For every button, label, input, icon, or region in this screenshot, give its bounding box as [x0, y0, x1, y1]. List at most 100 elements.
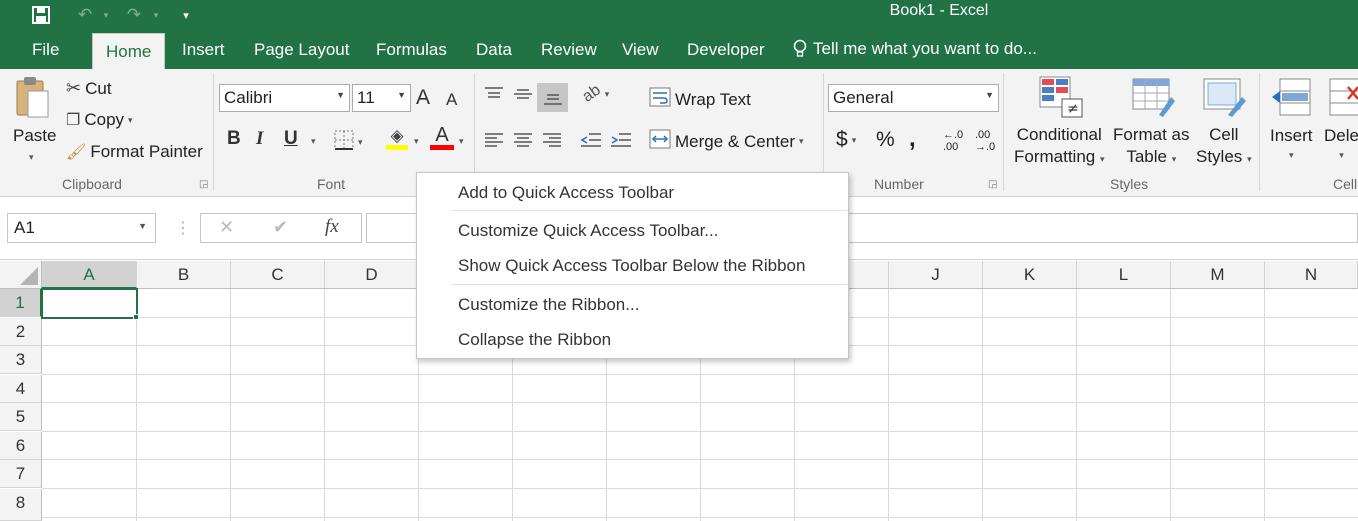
menu-item-show-qat-below[interactable]: Show Quick Access Toolbar Below the Ribb… [458, 256, 805, 276]
underline-button[interactable]: U [284, 128, 298, 150]
active-cell-a1[interactable] [41, 288, 138, 319]
chevron-down-icon: ▼ [397, 90, 406, 100]
underline-dropdown-icon[interactable]: ▾ [311, 136, 316, 147]
paste-dropdown-icon[interactable]: ▾ [29, 152, 34, 163]
column-header-l[interactable]: L [1077, 261, 1171, 289]
merge-dropdown-icon[interactable]: ▾ [799, 136, 804, 147]
insert-function-icon[interactable]: fx [325, 216, 339, 238]
select-all-corner[interactable] [0, 261, 42, 289]
row-header-3[interactable]: 3 [0, 346, 42, 374]
align-top-icon[interactable] [484, 86, 504, 102]
percent-style-button[interactable]: % [876, 128, 895, 152]
font-color-dropdown-icon[interactable]: ▾ [459, 136, 464, 147]
format-as-table-button[interactable]: Format as Table ▾ [1113, 125, 1190, 167]
tab-home[interactable]: Home [92, 33, 166, 69]
tab-data[interactable]: Data [476, 40, 512, 60]
tab-developer[interactable]: Developer [687, 40, 765, 60]
menu-item-add-to-qat[interactable]: Add to Quick Access Toolbar [458, 183, 674, 203]
menu-item-customize-ribbon[interactable]: Customize the Ribbon... [458, 295, 639, 315]
more-options-icon[interactable]: ⋮ [175, 218, 191, 238]
column-header-k[interactable]: K [983, 261, 1077, 289]
font-size-value: 11 [357, 88, 375, 107]
column-header-j[interactable]: J [889, 261, 983, 289]
fill-color-swatch [386, 145, 408, 150]
row-header-4[interactable]: 4 [0, 375, 42, 403]
font-name-value: Calibri [224, 88, 273, 107]
orientation-icon[interactable]: ab ▾ [579, 82, 609, 106]
borders-dropdown-icon[interactable]: ▾ [358, 137, 363, 148]
tab-formulas[interactable]: Formulas [376, 40, 447, 60]
column-header-a[interactable]: A [42, 261, 137, 289]
cell-styles-label-1: Cell [1209, 125, 1239, 144]
decrease-indent-icon[interactable] [580, 132, 602, 148]
increase-indent-icon[interactable] [610, 132, 632, 148]
tab-file[interactable]: File [32, 40, 59, 60]
align-center-icon[interactable] [513, 132, 533, 148]
row-header-8[interactable]: 8 [0, 489, 42, 521]
grid-line [42, 517, 1358, 518]
align-left-icon[interactable] [484, 132, 504, 148]
align-right-icon[interactable] [542, 132, 562, 148]
tab-page-layout[interactable]: Page Layout [254, 40, 349, 60]
row-header-1[interactable]: 1 [0, 289, 42, 317]
increase-decimal-button[interactable]: ←.0 .00 [943, 129, 963, 153]
tab-review[interactable]: Review [541, 40, 597, 60]
format-painter-label: Format Painter [90, 142, 203, 161]
grid-line [42, 402, 1358, 403]
borders-button[interactable]: ▾ [334, 130, 363, 155]
cancel-icon[interactable]: ✕ [219, 217, 234, 238]
column-header-c[interactable]: C [231, 261, 325, 289]
menu-item-customize-qat[interactable]: Customize Quick Access Toolbar... [458, 221, 718, 241]
font-size-combo[interactable]: 11 ▼ [352, 84, 411, 112]
cell-styles-button[interactable]: Cell Styles ▾ [1196, 125, 1252, 167]
fill-color-dropdown-icon[interactable]: ▾ [414, 136, 419, 147]
row-header-7[interactable]: 7 [0, 460, 42, 488]
accounting-dropdown-icon[interactable]: ▾ [852, 135, 857, 146]
bold-button[interactable]: B [227, 128, 241, 150]
italic-button[interactable]: I [256, 128, 263, 150]
accounting-format-button[interactable]: $ ▾ [836, 128, 856, 152]
merge-center-button[interactable]: Merge & Center ▾ [649, 129, 804, 154]
insert-cells-button[interactable]: Insert ▾ [1270, 126, 1313, 161]
fill-color-button[interactable]: ◈ [386, 127, 408, 150]
align-middle-icon[interactable] [513, 86, 533, 102]
wrap-text-button[interactable]: Wrap Text [649, 86, 751, 113]
font-color-button[interactable]: A [430, 125, 454, 150]
fill-handle[interactable] [133, 314, 139, 320]
format-painter-button[interactable]: 🖌︎ Format Painter [66, 142, 203, 162]
tab-view[interactable]: View [622, 40, 659, 60]
row-header-2[interactable]: 2 [0, 318, 42, 346]
cut-button[interactable]: ✂ Cut [66, 78, 112, 99]
clipboard-launcher-icon[interactable]: ◲ [199, 179, 208, 190]
copy-dropdown-icon[interactable]: ▾ [128, 115, 133, 126]
shrink-font-button[interactable]: A [446, 90, 457, 110]
grow-font-button[interactable]: A [416, 86, 430, 110]
tell-me-search[interactable]: Tell me what you want to do... [793, 39, 1037, 59]
delete-cells-button[interactable]: Dele ▾ [1324, 126, 1358, 161]
tab-insert[interactable]: Insert [182, 40, 225, 60]
row-header-5[interactable]: 5 [0, 403, 42, 431]
number-format-combo[interactable]: General ▼ [828, 84, 999, 112]
chevron-down-icon[interactable]: ▼ [138, 221, 147, 231]
column-header-n[interactable]: N [1265, 261, 1358, 289]
menu-item-collapse-ribbon[interactable]: Collapse the Ribbon [458, 330, 611, 350]
row-header-6[interactable]: 6 [0, 432, 42, 460]
decrease-decimal-button[interactable]: .00 →.0 [975, 129, 995, 153]
column-header-b[interactable]: B [137, 261, 231, 289]
delete-dropdown-icon: ▾ [1339, 150, 1344, 160]
font-name-combo[interactable]: Calibri ▼ [219, 84, 350, 112]
copy-button[interactable]: ❐ Copy ▾ [66, 110, 133, 130]
column-header-d[interactable]: D [325, 261, 419, 289]
conditional-formatting-button[interactable]: Conditional Formatting ▾ [1014, 125, 1105, 167]
grid-line [42, 488, 1358, 489]
name-box[interactable]: A1 ▼ [7, 213, 156, 243]
align-bottom-icon[interactable] [537, 83, 568, 112]
enter-icon[interactable]: ✔ [273, 217, 288, 238]
ribbon-tabs: File Home Insert Page Layout Formulas Da… [0, 30, 1358, 69]
column-header-m[interactable]: M [1171, 261, 1265, 289]
comma-style-button[interactable]: , [909, 125, 916, 153]
paste-button[interactable]: Paste [13, 126, 56, 146]
paste-icon[interactable] [14, 75, 50, 119]
group-divider [213, 73, 214, 191]
number-launcher-icon[interactable]: ◲ [988, 179, 997, 190]
